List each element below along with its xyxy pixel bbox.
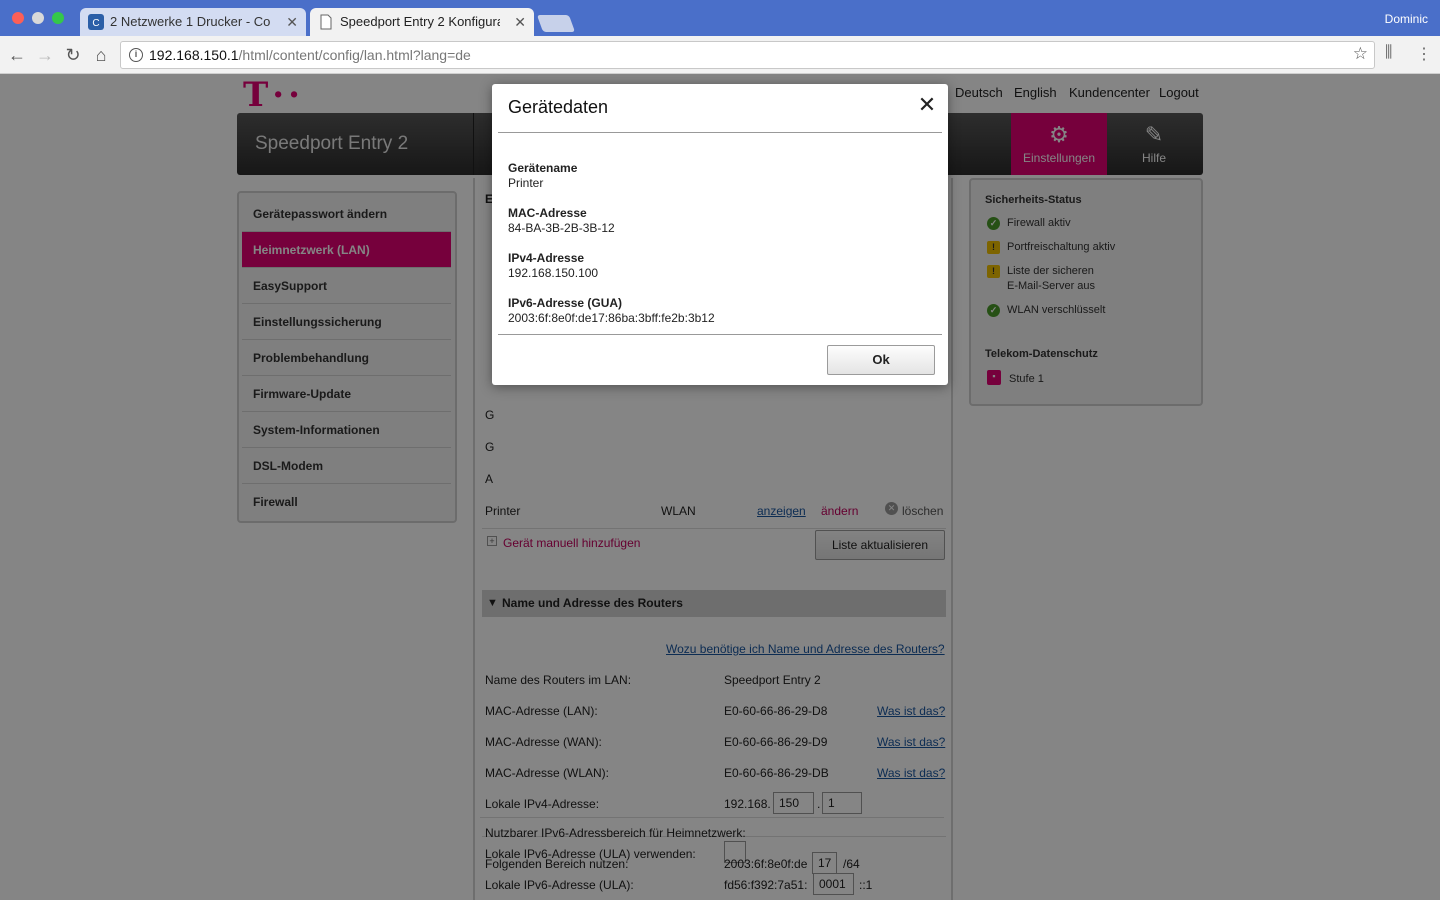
extension-icon[interactable]: ⫼ (1385, 44, 1392, 62)
reload-icon[interactable]: ↻ (62, 44, 84, 66)
tab-close-icon[interactable]: ✕ (286, 8, 298, 36)
home-icon[interactable]: ⌂ (90, 44, 112, 66)
field-mac-label: MAC-Adresse (508, 206, 587, 220)
close-window-button[interactable] (12, 12, 24, 24)
field-device-name-value: Printer (508, 176, 544, 190)
dialog-title: Gerätedaten (508, 97, 609, 117)
browser-tab-2[interactable]: Speedport Entry 2 Konfiguratio ✕ (310, 8, 534, 36)
back-icon[interactable]: ← (6, 44, 28, 66)
ok-button[interactable]: Ok (827, 345, 935, 375)
page: T·· Deutsch English Kundencenter Logout … (0, 74, 1440, 900)
field-mac-value: 84-BA-3B-2B-3B-12 (508, 221, 615, 235)
close-icon[interactable]: ✕ (916, 94, 938, 116)
dialog-divider (498, 132, 942, 133)
new-tab-button[interactable] (536, 15, 576, 32)
minimize-window-button[interactable] (32, 12, 44, 24)
address-bar[interactable]: i 192.168.150.1/html/content/config/lan.… (120, 41, 1375, 69)
url-text: 192.168.150.1/html/content/config/lan.ht… (149, 47, 471, 63)
device-details-dialog: Gerätedaten ✕ Gerätename Printer MAC-Adr… (492, 84, 948, 385)
tab-title: Speedport Entry 2 Konfiguratio (340, 14, 500, 29)
browser-toolbar: ← → ↻ ⌂ i 192.168.150.1/html/content/con… (0, 36, 1440, 74)
forward-icon[interactable]: → (34, 44, 56, 66)
field-ipv4-label: IPv4-Adresse (508, 251, 585, 265)
bookmark-star-icon[interactable]: ☆ (1353, 44, 1368, 64)
browser-tabstrip: C 2 Netzwerke 1 Drucker - Comp ✕ Speedpo… (0, 0, 1440, 36)
community-favicon-icon: C (88, 14, 104, 30)
tab-close-icon[interactable]: ✕ (514, 8, 526, 36)
profile-name[interactable]: Dominic (1385, 12, 1428, 26)
page-favicon-icon (320, 14, 332, 30)
tab-title: 2 Netzwerke 1 Drucker - Comp (110, 14, 270, 29)
svg-text:C: C (92, 18, 99, 29)
field-ipv6-label: IPv6-Adresse (GUA) (508, 296, 623, 310)
field-ipv4-value: 192.168.150.100 (508, 266, 599, 280)
menu-kebab-icon[interactable]: ⋮ (1416, 44, 1432, 64)
field-device-name-label: Gerätename (508, 161, 578, 175)
field-ipv6-value: 2003:6f:8e0f:de17:86ba:3bff:fe2b:3b12 (508, 311, 715, 325)
maximize-window-button[interactable] (52, 12, 64, 24)
browser-tab-1[interactable]: C 2 Netzwerke 1 Drucker - Comp ✕ (80, 8, 306, 36)
site-info-icon[interactable]: i (129, 48, 143, 62)
dialog-divider (498, 334, 942, 335)
